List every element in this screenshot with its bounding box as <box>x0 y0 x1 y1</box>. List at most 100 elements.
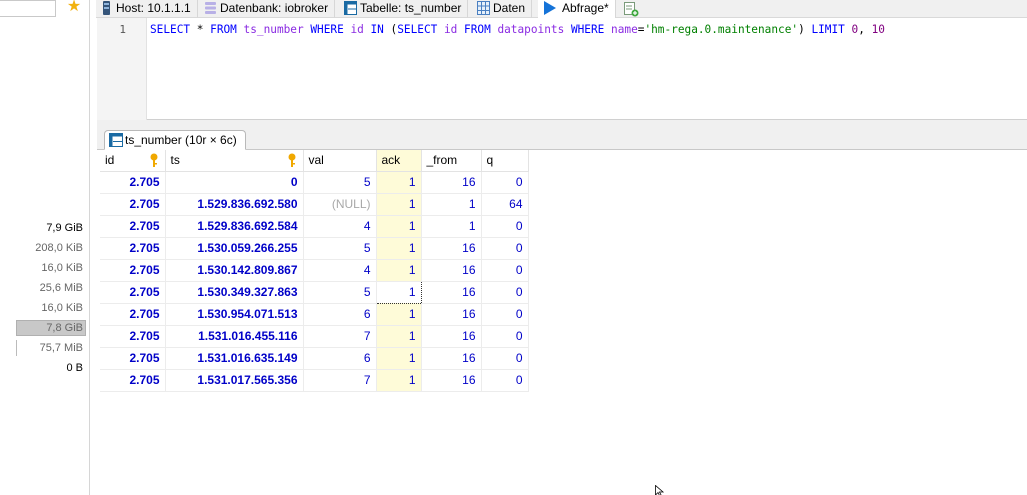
cell-ack[interactable]: 1 <box>376 259 422 282</box>
cell-from[interactable]: 16 <box>421 171 482 194</box>
cell-from[interactable]: 16 <box>421 303 482 326</box>
column-header-ack[interactable]: ack <box>376 150 422 172</box>
cell-ack[interactable]: 1 <box>376 237 422 260</box>
table-row[interactable]: 2.705 1.531.017.565.356 7 1 16 0 <box>100 369 529 392</box>
sql-editor[interactable]: 1 SELECT * FROM ts_number WHERE id IN (S… <box>97 18 1027 120</box>
filter-input[interactable] <box>0 0 56 17</box>
table-row[interactable]: 2.705 1.529.836.692.580 (NULL) 1 1 64 <box>100 193 529 216</box>
server-icon <box>103 1 110 15</box>
cell-val[interactable]: 5 <box>303 281 377 304</box>
cell-id[interactable]: 2.705 <box>100 237 166 260</box>
cell-id[interactable]: 2.705 <box>100 347 166 370</box>
sql-keyword: WHERE <box>570 23 605 36</box>
cell-ts[interactable]: 0 <box>165 171 304 194</box>
size-label-selected: 7,8 GiB <box>0 318 86 338</box>
cell-q[interactable]: 0 <box>481 281 529 304</box>
cell-ack[interactable]: 1 <box>376 325 422 348</box>
cell-ts[interactable]: 1.530.954.071.513 <box>165 303 304 326</box>
table-row[interactable]: 2.705 1.530.349.327.863 5 1 16 0 <box>100 280 529 304</box>
cell-ts[interactable]: 1.531.016.635.149 <box>165 347 304 370</box>
sql-punctuation <box>364 23 371 36</box>
tab-host[interactable]: Host: 10.1.1.1 <box>96 0 198 18</box>
cell-id[interactable]: 2.705 <box>100 281 166 304</box>
tab-label: Datenbank: iobroker <box>220 1 329 15</box>
cell-ts[interactable]: 1.530.349.327.863 <box>165 281 304 304</box>
cell-from[interactable]: 1 <box>421 215 482 238</box>
cell-val[interactable]: 6 <box>303 303 377 326</box>
tab-table[interactable]: Tabelle: ts_number <box>340 0 469 18</box>
cell-id[interactable]: 2.705 <box>100 259 166 282</box>
cell-id[interactable]: 2.705 <box>100 369 166 392</box>
cell-val[interactable]: 7 <box>303 369 377 392</box>
cell-id[interactable]: 2.705 <box>100 171 166 194</box>
cell-q[interactable]: 0 <box>481 171 529 194</box>
column-header-ts[interactable]: ts <box>165 150 304 172</box>
table-row[interactable]: 2.705 1.530.142.809.867 4 1 16 0 <box>100 259 529 282</box>
cell-ack[interactable]: 1 <box>376 303 422 326</box>
new-query-tab-icon[interactable] <box>621 0 641 17</box>
cell-id[interactable]: 2.705 <box>100 303 166 326</box>
size-label: 16,0 KiB <box>41 302 83 314</box>
sql-keyword: FROM <box>210 23 237 36</box>
column-header-id[interactable]: id <box>100 150 166 172</box>
cell-ts[interactable]: 1.531.016.455.116 <box>165 325 304 348</box>
cell-ts[interactable]: 1.530.142.809.867 <box>165 259 304 282</box>
cell-from[interactable]: 16 <box>421 347 482 370</box>
cell-val[interactable]: 4 <box>303 215 377 238</box>
cell-ts[interactable]: 1.529.836.692.580 <box>165 193 304 216</box>
cell-q[interactable]: 0 <box>481 259 529 282</box>
favorite-star-icon[interactable]: ★ <box>64 0 84 16</box>
table-row[interactable]: 2.705 1.531.016.635.149 6 1 16 0 <box>100 347 529 370</box>
cell-ack[interactable]: 1 <box>376 369 422 392</box>
cell-q[interactable]: 0 <box>481 347 529 370</box>
column-header-from[interactable]: _from <box>421 150 482 172</box>
sql-identifier: name <box>611 23 638 36</box>
cell-ack[interactable]: 1 <box>375 280 422 304</box>
result-tab[interactable]: ts_number (10r × 6c) <box>104 130 246 150</box>
cell-from[interactable]: 16 <box>421 325 482 348</box>
cell-ts[interactable]: 1.531.017.565.356 <box>165 369 304 392</box>
result-tab-strip: ts_number (10r × 6c) <box>97 120 1027 150</box>
cell-id[interactable]: 2.705 <box>100 215 166 238</box>
cell-from[interactable]: 1 <box>421 193 482 216</box>
cell-val[interactable]: 7 <box>303 325 377 348</box>
table-row[interactable]: 2.705 0 5 1 16 0 <box>100 171 529 194</box>
cell-id[interactable]: 2.705 <box>100 193 166 216</box>
column-header-q[interactable]: q <box>481 150 529 172</box>
cell-val[interactable]: 5 <box>303 237 377 260</box>
table-row[interactable]: 2.705 1.530.954.071.513 6 1 16 0 <box>100 303 529 326</box>
cell-val[interactable]: 5 <box>303 171 377 194</box>
sql-query-text[interactable]: SELECT * FROM ts_number WHERE id IN (SEL… <box>150 23 885 37</box>
sql-keyword: FROM <box>464 23 491 36</box>
table-row[interactable]: 2.705 1.531.016.455.116 7 1 16 0 <box>100 325 529 348</box>
cell-q[interactable]: 0 <box>481 237 529 260</box>
result-grid[interactable]: id ts val ack _from q 2.705 0 5 1 16 0 2… <box>100 150 529 392</box>
cell-from[interactable]: 16 <box>421 369 482 392</box>
cell-q[interactable]: 0 <box>481 215 529 238</box>
cell-ack[interactable]: 1 <box>376 171 422 194</box>
cell-val[interactable]: (NULL) <box>303 193 377 216</box>
cell-ts[interactable]: 1.529.836.692.584 <box>165 215 304 238</box>
sql-keyword: SELECT <box>397 23 438 36</box>
sql-keyword: IN <box>370 23 384 36</box>
cell-val[interactable]: 4 <box>303 259 377 282</box>
cell-ack[interactable]: 1 <box>376 193 422 216</box>
cell-from[interactable]: 16 <box>421 281 482 304</box>
cell-from[interactable]: 16 <box>421 237 482 260</box>
tab-data[interactable]: Daten <box>473 0 533 18</box>
cell-q[interactable]: 0 <box>481 325 529 348</box>
cell-val[interactable]: 6 <box>303 347 377 370</box>
cell-from[interactable]: 16 <box>421 259 482 282</box>
table-row[interactable]: 2.705 1.529.836.692.584 4 1 1 0 <box>100 215 529 238</box>
cell-q[interactable]: 0 <box>481 303 529 326</box>
table-row[interactable]: 2.705 1.530.059.266.255 5 1 16 0 <box>100 237 529 260</box>
cell-id[interactable]: 2.705 <box>100 325 166 348</box>
cell-ts[interactable]: 1.530.059.266.255 <box>165 237 304 260</box>
cell-q[interactable]: 0 <box>481 369 529 392</box>
tab-query[interactable]: Abfrage* <box>538 0 616 19</box>
cell-ack[interactable]: 1 <box>376 215 422 238</box>
column-header-val[interactable]: val <box>303 150 377 172</box>
cell-ack[interactable]: 1 <box>376 347 422 370</box>
tab-database[interactable]: Datenbank: iobroker <box>200 0 336 18</box>
cell-q[interactable]: 64 <box>481 193 529 216</box>
